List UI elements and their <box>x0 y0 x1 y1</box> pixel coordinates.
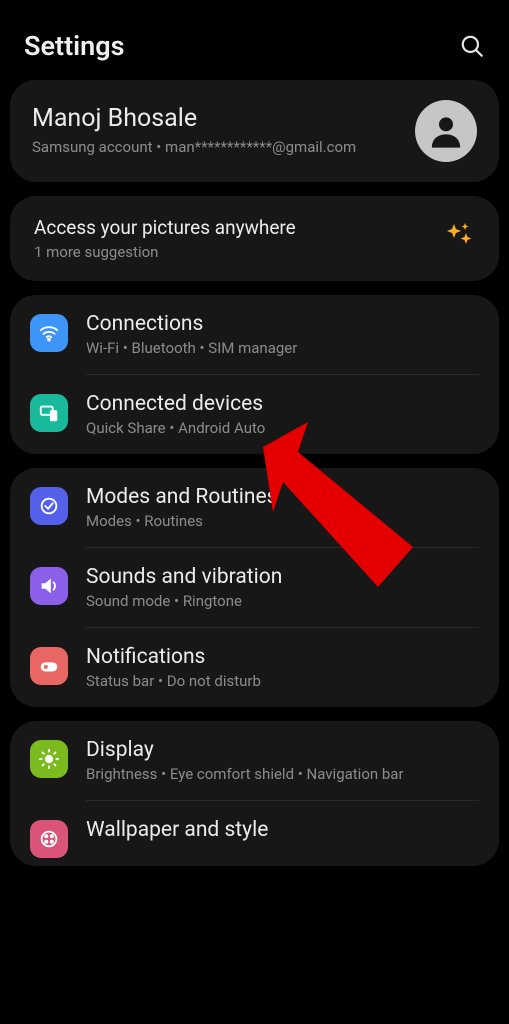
item-title: Wallpaper and style <box>86 818 479 842</box>
notifications-icon <box>30 647 68 685</box>
settings-group-connections: Connections Wi-Fi • Bluetooth • SIM mana… <box>10 295 499 454</box>
sparkle-icon <box>445 221 475 257</box>
wallpaper-icon <box>30 820 68 858</box>
app-header: Settings <box>0 0 509 80</box>
profile-subtitle: Samsung account • man************@gmail.… <box>32 137 401 157</box>
suggestion-title: Access your pictures anywhere <box>34 216 433 239</box>
item-title: Display <box>86 738 479 762</box>
item-subtitle: Wi-Fi • Bluetooth • SIM manager <box>86 339 479 357</box>
item-connected-devices[interactable]: Connected devices Quick Share • Android … <box>10 375 499 454</box>
display-icon <box>30 740 68 778</box>
item-wallpaper[interactable]: Wallpaper and style <box>10 801 499 866</box>
item-connections[interactable]: Connections Wi-Fi • Bluetooth • SIM mana… <box>10 295 499 374</box>
item-subtitle: Brightness • Eye comfort shield • Naviga… <box>86 765 479 783</box>
modes-icon <box>30 487 68 525</box>
settings-group-modes: Modes and Routines Modes • Routines Soun… <box>10 468 499 707</box>
profile-name: Manoj Bhosale <box>32 104 401 133</box>
item-subtitle: Modes • Routines <box>86 512 479 530</box>
item-notifications[interactable]: Notifications Status bar • Do not distur… <box>10 628 499 707</box>
wifi-icon <box>30 314 68 352</box>
item-subtitle: Quick Share • Android Auto <box>86 419 479 437</box>
item-title: Connections <box>86 312 479 336</box>
page-title: Settings <box>24 30 125 62</box>
item-modes-routines[interactable]: Modes and Routines Modes • Routines <box>10 468 499 547</box>
avatar <box>415 100 477 162</box>
item-subtitle: Sound mode • Ringtone <box>86 592 479 610</box>
suggestion-card[interactable]: Access your pictures anywhere 1 more sug… <box>10 196 499 281</box>
item-subtitle: Status bar • Do not disturb <box>86 672 479 690</box>
item-title: Connected devices <box>86 392 479 416</box>
item-title: Sounds and vibration <box>86 565 479 589</box>
account-card[interactable]: Manoj Bhosale Samsung account • man*****… <box>10 80 499 182</box>
suggestion-subtitle: 1 more suggestion <box>34 243 433 261</box>
item-title: Notifications <box>86 645 479 669</box>
sound-icon <box>30 567 68 605</box>
item-sounds-vibration[interactable]: Sounds and vibration Sound mode • Ringto… <box>10 548 499 627</box>
settings-group-display: Display Brightness • Eye comfort shield … <box>10 721 499 866</box>
item-display[interactable]: Display Brightness • Eye comfort shield … <box>10 721 499 800</box>
search-icon[interactable] <box>459 33 485 59</box>
item-title: Modes and Routines <box>86 485 479 509</box>
connected-devices-icon <box>30 394 68 432</box>
